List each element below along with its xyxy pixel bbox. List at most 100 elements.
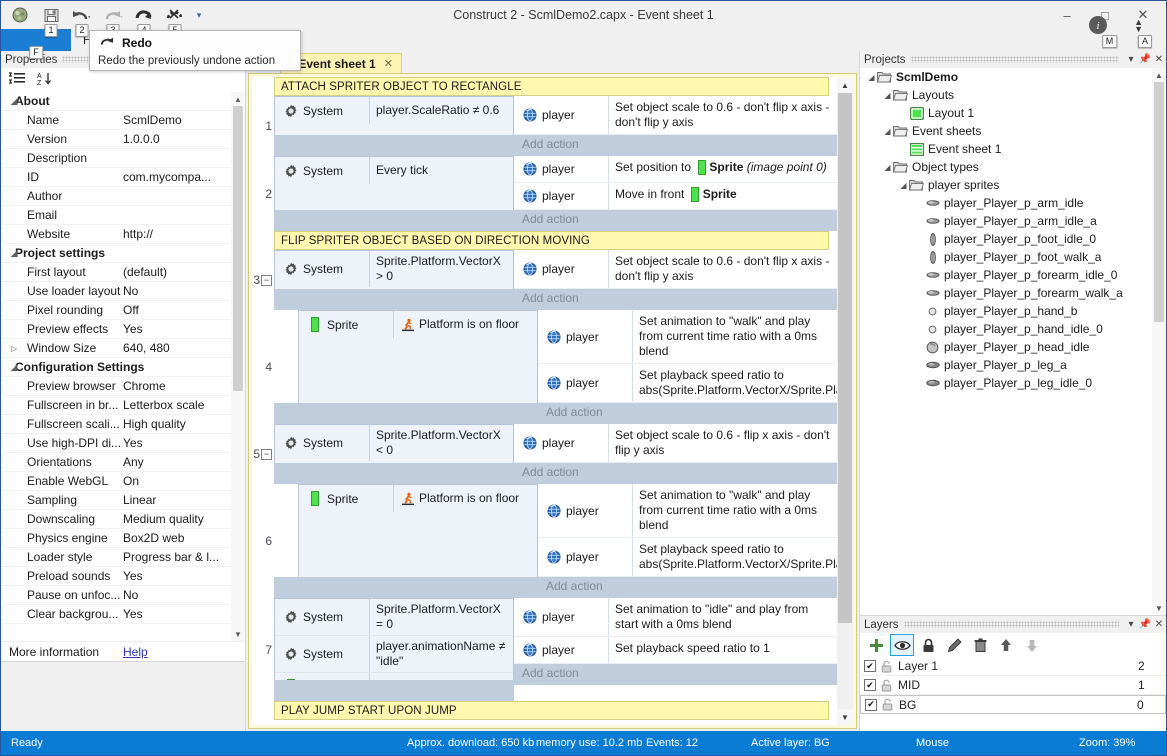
property-row[interactable]: Description [1,149,245,168]
action-text-cell[interactable]: Set object scale to 0.6 - don't flip x a… [609,250,837,288]
add-action-row[interactable]: Add action [538,577,837,598]
property-value[interactable]: 1.0.0.0 [123,132,245,146]
scroll-down-icon[interactable]: ▼ [837,709,853,725]
tree-node[interactable]: ◢ Object types [860,158,1166,176]
tree-node[interactable]: ◢ player sprites [860,176,1166,194]
object-cell[interactable]: System [275,251,370,287]
property-row[interactable]: Preload sounds Yes [1,567,245,586]
project-tree-scrollbar[interactable]: ▲ ▼ [1152,68,1166,615]
object-cell[interactable]: player [514,96,609,134]
group-twisty-icon[interactable]: ◢ [9,92,19,111]
move-up-icon[interactable] [995,635,1017,655]
condition-row[interactable]: System Every tick [275,157,513,184]
property-value[interactable]: Yes [123,322,245,336]
condition-row[interactable]: Sprite Platform is on floor [299,485,537,512]
object-cell[interactable]: System [275,157,370,184]
tree-node[interactable]: ◢ Layouts [860,86,1166,104]
property-row[interactable]: Version 1.0.0.0 [1,130,245,149]
property-group-project-settings[interactable]: ◢ Project settings [1,244,245,263]
property-row[interactable]: Fullscreen in br... Letterbox scale [1,396,245,415]
tree-node[interactable]: player_Player_p_forearm_walk_a [860,284,1166,302]
tree-node[interactable]: player_Player_p_arm_idle_a [860,212,1166,230]
tree-node[interactable]: player_Player_p_forearm_idle_0 [860,266,1166,284]
event-sheet-scroll-thumb[interactable] [838,93,852,623]
property-value[interactable]: No [123,588,245,602]
scroll-up-icon[interactable]: ▲ [1152,68,1166,82]
condition-text-cell[interactable]: player.ScaleRatio ≠ 0.6 [370,97,513,124]
preview-icon[interactable]: 4 [129,2,159,37]
property-value[interactable]: Chrome [123,379,245,393]
action-row[interactable]: player Set object scale to 0.6 - don't fl… [514,96,837,135]
object-cell[interactable]: player [514,637,609,663]
action-text-cell[interactable]: Set animation to "idle" and play from st… [609,598,837,636]
ribbon-tab-file[interactable]: F [1,29,71,59]
property-row[interactable]: Use high-DPI di... Yes [1,434,245,453]
tree-twisty-icon[interactable]: ◢ [882,163,893,172]
property-row[interactable]: Orientations Any [1,453,245,472]
property-value[interactable]: Progress bar & l... [123,550,245,564]
pin-icon[interactable]: 📌 [1138,52,1152,68]
object-cell[interactable]: player [538,364,633,402]
action-text-cell[interactable]: Set animation to "walk" and play from cu… [633,484,837,537]
property-group-configuration-settings[interactable]: ◢ Configuration Settings [1,358,245,377]
layer-row[interactable]: ✔ MID 1 [860,676,1166,695]
tree-node[interactable]: ◢ Event sheets [860,122,1166,140]
layer-row[interactable]: ✔ Layer 1 2 [860,657,1166,676]
tree-twisty-icon[interactable]: ◢ [882,127,893,136]
action-text-cell[interactable]: Set position to Sprite (image point 0) [609,156,837,182]
minimize-button[interactable]: – [1048,2,1086,28]
tree-twisty-icon[interactable]: ◢ [882,91,893,100]
condition-text-cell[interactable]: Sprite.Platform.VectorX < 0 [370,425,513,461]
tree-node[interactable]: player_Player_p_head_idle [860,338,1166,356]
property-value[interactable]: Yes [123,569,245,583]
close-icon[interactable]: ✕ [1152,617,1166,633]
trash-icon[interactable] [969,635,991,655]
property-value[interactable]: Letterbox scale [123,398,245,412]
layer-visible-checkbox[interactable]: ✔ [864,679,876,691]
event-collapse-toggle[interactable]: − [261,274,272,286]
property-row[interactable]: Website http:// [1,225,245,244]
action-row[interactable]: player Set animation to "walk" and play f… [538,310,837,364]
action-row[interactable]: player Set animation to "walk" and play f… [538,484,837,538]
save-icon[interactable]: 1 [36,2,66,37]
action-text-cell[interactable]: Set animation to "walk" and play from cu… [633,310,837,363]
lock-icon[interactable] [917,635,939,655]
layer-row[interactable]: ✔ BG 0 [860,695,1166,714]
property-row[interactable]: First layout (default) [1,263,245,282]
project-tree-scroll-thumb[interactable] [1154,82,1164,322]
scroll-down-icon[interactable]: ▼ [1152,601,1166,615]
condition-text-cell[interactable]: Every tick [370,157,513,184]
object-cell[interactable]: System [275,636,370,672]
undo-icon[interactable]: 2 [67,2,97,37]
action-row[interactable]: player Set playback speed ratio to abs(Sp… [538,364,837,403]
object-cell[interactable]: Sprite [299,311,394,338]
property-row[interactable]: ▷ Window Size 640, 480 [1,339,245,358]
tree-node[interactable]: Event sheet 1 [860,140,1166,158]
property-row[interactable]: Fullscreen scali... High quality [1,415,245,434]
tree-node[interactable]: player_Player_p_hand_b [860,302,1166,320]
property-value[interactable]: Yes [123,607,245,621]
condition-row[interactable]: System Sprite.Platform.VectorX < 0 [275,425,513,461]
add-layer-icon[interactable] [865,635,887,655]
property-value[interactable]: Medium quality [123,512,245,526]
event-group-header[interactable]: FLIP SPRITER OBJECT BASED ON DIRECTION M… [274,231,829,250]
property-row[interactable]: Preview effects Yes [1,320,245,339]
qat-overflow-icon[interactable]: ▾ [191,2,207,28]
property-row[interactable]: Pause on unfoc... No [1,586,245,605]
property-row[interactable]: Name ScmlDemo [1,111,245,130]
help-link[interactable]: Help [123,645,148,659]
action-row[interactable]: player Set object scale to 0.6 - don't fl… [514,250,837,289]
tree-node[interactable]: player_Player_p_foot_walk_a [860,248,1166,266]
property-value[interactable]: No [123,284,245,298]
pencil-icon[interactable] [943,635,965,655]
object-cell[interactable]: System [275,425,370,461]
group-twisty-icon[interactable]: ◢ [9,358,19,377]
condition-text-cell[interactable]: Platform is on floor [394,311,537,338]
action-text-cell[interactable]: Set playback speed ratio to abs(Sprite.P… [633,538,837,576]
property-value[interactable]: ScmlDemo [123,113,245,127]
property-value[interactable]: High quality [123,417,245,431]
action-text-cell[interactable]: Set playback speed ratio to 1 [609,637,837,663]
property-value[interactable]: com.mycompa... [123,170,245,184]
tree-twisty-icon[interactable]: ◢ [898,181,909,190]
property-row[interactable]: Use loader layout No [1,282,245,301]
